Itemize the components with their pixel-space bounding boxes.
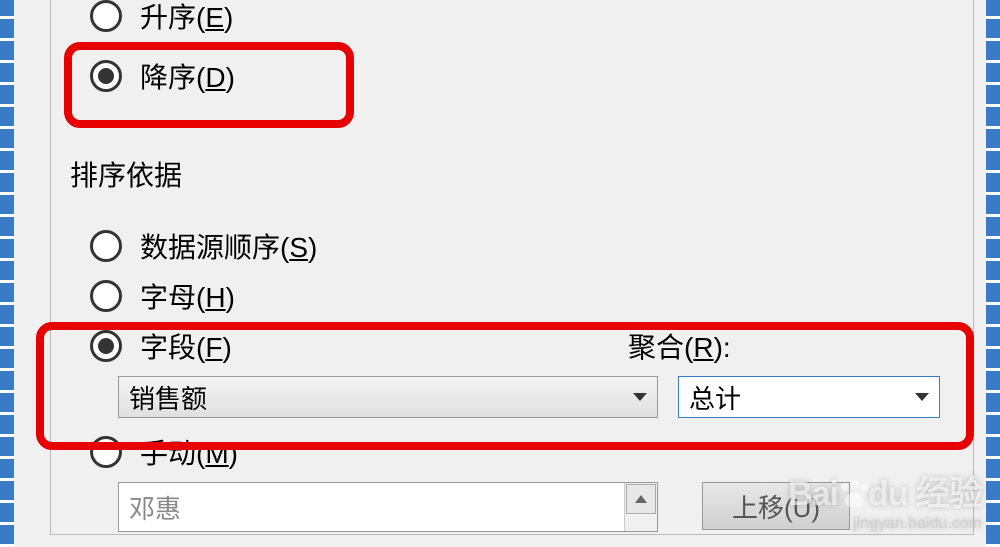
field-dropdown-value: 销售额 xyxy=(129,379,633,416)
chevron-down-icon xyxy=(633,393,647,401)
window-border-right xyxy=(986,0,1000,547)
manual-listbox-item[interactable]: 邓惠 xyxy=(119,483,625,531)
radio-descending[interactable] xyxy=(90,60,122,92)
radio-field-row[interactable]: 字段(F) 聚合(R): xyxy=(70,326,966,366)
radio-datasource[interactable] xyxy=(90,230,122,262)
dialog-content: 升序(E) 降序(D) 排序依据 数据源顺序(S) 字母(H) 字段(F) 聚合… xyxy=(14,0,986,547)
window-border-left xyxy=(0,0,14,547)
radio-datasource-label: 数据源顺序(S) xyxy=(140,226,317,266)
chevron-up-icon xyxy=(635,495,647,503)
radio-manual-label: 手动(M) xyxy=(140,432,238,472)
watermark: Baidu 经验 jingyan.baidu.com xyxy=(788,466,982,533)
aggregation-dropdown[interactable]: 总计 xyxy=(678,376,940,418)
radio-descending-label: 降序(D) xyxy=(140,56,235,96)
radio-descending-row[interactable]: 降序(D) xyxy=(70,56,966,96)
radio-datasource-row[interactable]: 数据源顺序(S) xyxy=(70,226,966,266)
scroll-up-button[interactable] xyxy=(626,484,656,514)
paw-icon xyxy=(838,481,868,511)
field-dropdown-row: 销售额 总计 xyxy=(70,376,966,418)
agg-label: 聚合(R): xyxy=(628,326,731,366)
radio-ascending[interactable] xyxy=(90,0,122,32)
radio-alphabet-row[interactable]: 字母(H) xyxy=(70,276,966,316)
aggregation-dropdown-value: 总计 xyxy=(689,379,915,416)
radio-ascending-row[interactable]: 升序(E) xyxy=(70,0,966,36)
section-sort-by-label: 排序依据 xyxy=(70,154,182,194)
radio-field-label: 字段(F) xyxy=(140,326,232,366)
watermark-url: jingyan.baidu.com xyxy=(788,515,982,533)
radio-alphabet[interactable] xyxy=(90,280,122,312)
watermark-logo: Baidu 经验 xyxy=(788,466,982,515)
chevron-down-icon xyxy=(915,393,929,401)
field-dropdown[interactable]: 销售额 xyxy=(118,376,658,418)
scrollbar[interactable] xyxy=(625,483,657,531)
radio-alphabet-label: 字母(H) xyxy=(140,276,235,316)
radio-ascending-label: 升序(E) xyxy=(140,0,233,36)
manual-listbox[interactable]: 邓惠 xyxy=(118,482,658,532)
radio-field[interactable] xyxy=(90,330,122,362)
radio-manual[interactable] xyxy=(90,436,122,468)
